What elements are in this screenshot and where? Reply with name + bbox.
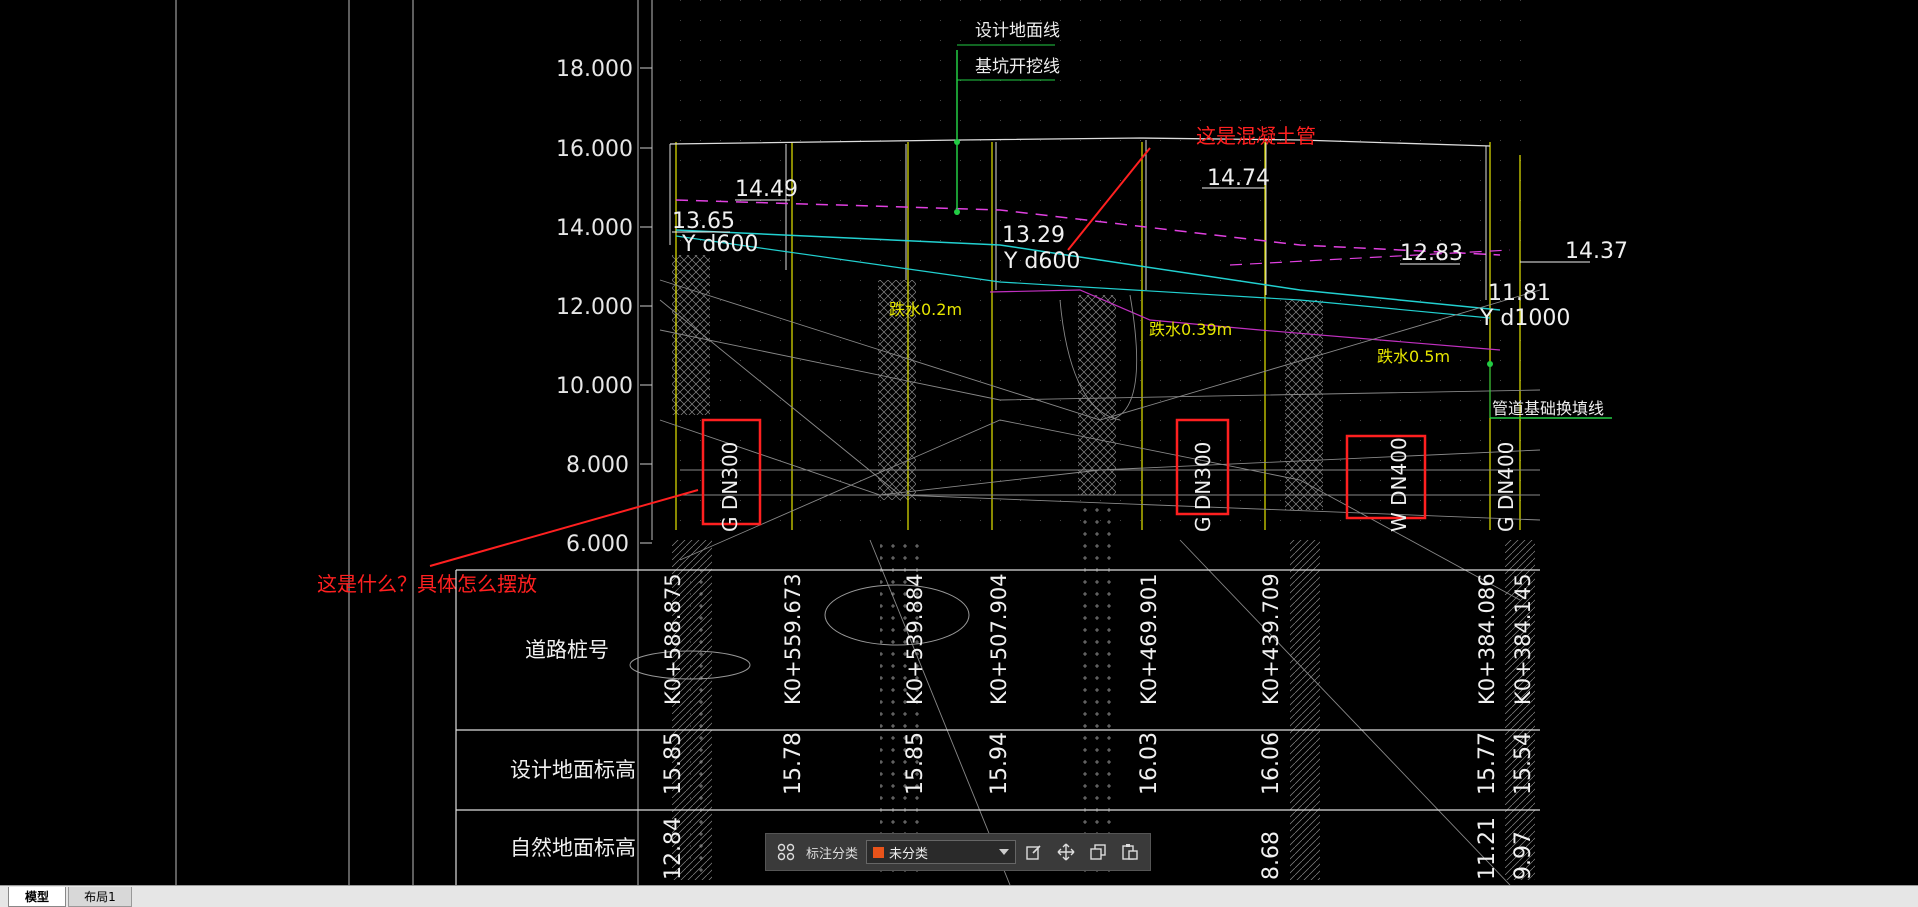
elev-mark-1437: 14.37 (1565, 239, 1628, 264)
elev-10: 10.000 (556, 374, 633, 399)
paste-icon[interactable] (1116, 838, 1144, 866)
elev-mark-1474: 14.74 (1207, 166, 1270, 191)
design-elev-4: 16.03 (1137, 732, 1162, 795)
elev-mark-1283: 12.83 (1400, 241, 1463, 266)
pipe-base-line-label: 管道基础换填线 (1492, 399, 1604, 418)
row-label-design-ground: 设计地面标高 (510, 758, 636, 782)
design-elev-0: 15.85 (661, 732, 686, 795)
pipe-label-y-d1000: Y d1000 (1479, 306, 1570, 331)
tab-layout1[interactable]: 布局1 (68, 887, 132, 907)
pipe-label-y-d600-left: Y d600 (681, 232, 758, 257)
category-select[interactable]: 未分类 (866, 840, 1017, 864)
cad-drawing: 18.000 16.000 14.000 12.000 10.000 8.000… (175, 0, 1628, 885)
station-5: K0+439.709 (1259, 573, 1283, 705)
elev-16: 16.000 (556, 137, 633, 162)
elev-mark-1365: 13.65 (672, 209, 735, 234)
design-elev-5: 16.06 (1259, 732, 1284, 795)
pipe-label-dn300-left: G DN300 (718, 442, 742, 532)
elev-8: 8.000 (566, 453, 629, 478)
row-label-natural-ground: 自然地面标高 (510, 836, 636, 860)
category-selected-value: 未分类 (889, 846, 929, 862)
row-label-station: 道路桩号 (525, 638, 609, 662)
station-4: K0+469.901 (1137, 573, 1161, 705)
drop-label-039: 跌水0.39m (1149, 320, 1232, 339)
tab-model[interactable]: 模型 (8, 887, 66, 907)
pit-excavation-line-label: 基坑开挖线 (975, 57, 1060, 77)
chevron-down-icon (999, 849, 1010, 855)
natural-elev-2: 11.21 (1475, 817, 1500, 880)
design-elev-1: 15.78 (781, 732, 806, 795)
pipe-label-dn400: W DN400 (1387, 437, 1411, 532)
station-0: K0+588.875 (661, 573, 685, 705)
natural-elev-0: 12.84 (661, 817, 686, 880)
edit-icon[interactable] (1020, 838, 1048, 866)
station-2: K0+539.884 (903, 573, 927, 705)
design-elev-7: 15.54 (1511, 732, 1536, 795)
drop-label-05: 跌水0.5m (1377, 347, 1450, 366)
pipe-label-dn400-right: G DN400 (1494, 442, 1518, 532)
elev-mark-1449: 14.49 (735, 177, 798, 202)
elev-18: 18.000 (556, 57, 633, 82)
elev-6: 6.000 (566, 532, 629, 557)
apps-grid-icon[interactable] (772, 838, 800, 866)
design-ground-line-label: 设计地面线 (975, 21, 1060, 41)
cad-drawing-canvas[interactable]: 18.000 16.000 14.000 12.000 10.000 8.000… (0, 0, 1918, 885)
station-6: K0+384.086 (1475, 573, 1499, 705)
move-icon[interactable] (1052, 838, 1080, 866)
pipe-label-dn300-mid: G DN300 (1191, 442, 1215, 532)
annotation-category-toolbar: 标注分类 未分类 (765, 833, 1151, 871)
design-elev-2: 15.85 (903, 732, 928, 795)
elev-14: 14.000 (556, 216, 633, 241)
toolbar-label: 标注分类 (806, 846, 859, 862)
drop-label-02: 跌水0.2m (889, 300, 962, 319)
station-7: K0+384.145 (1511, 573, 1535, 705)
annotation-concrete-pipe: 这是混凝土管 (1196, 124, 1316, 148)
category-color-swatch (873, 846, 885, 858)
annotation-what-is-this: 这是什么？具体怎么摆放 (317, 572, 537, 596)
natural-elev-1: 8.68 (1259, 831, 1284, 880)
pipe-label-y-d600-mid: Y d600 (1003, 249, 1080, 274)
station-3: K0+507.904 (987, 573, 1011, 705)
layout-tab-bar: 模型 布局1 (0, 885, 1918, 907)
design-elev-3: 15.94 (987, 732, 1012, 795)
elev-12: 12.000 (556, 295, 633, 320)
elev-mark-1329: 13.29 (1002, 223, 1065, 248)
station-1: K0+559.673 (781, 573, 805, 705)
copy-icon[interactable] (1084, 838, 1112, 866)
natural-elev-3: 9.97 (1511, 831, 1536, 880)
elev-mark-1181: 11.81 (1488, 281, 1551, 306)
design-elev-6: 15.77 (1475, 732, 1500, 795)
